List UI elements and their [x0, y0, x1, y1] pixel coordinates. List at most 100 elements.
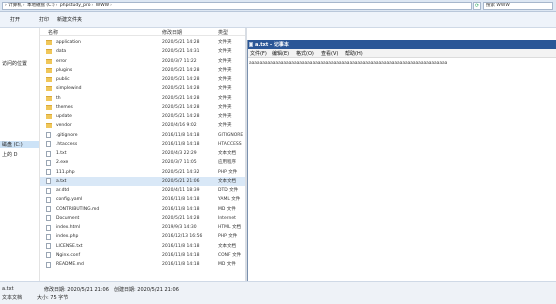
file-type: HTML 文档 [218, 225, 241, 230]
file-name: 2.exe [56, 160, 69, 166]
file-row[interactable]: Nginx.conf 2016/11/8 14:18 CONF 文件 [40, 251, 245, 260]
file-type: YAML 文件 [218, 197, 241, 203]
breadcrumb-www[interactable]: WWW [96, 3, 109, 8]
file-type: 文本文档 [218, 178, 236, 184]
nav-item-recent-places[interactable]: 访问的位置 [2, 60, 27, 67]
file-type: 文件夹 [218, 40, 232, 45]
file-row[interactable]: update 2020/5/21 14:28 文件夹 [40, 112, 245, 121]
notepad-content[interactable]: aaaaaaaaaaaaaaaaaaaaaaaaaaaaaaaaaaaaaaaa… [249, 61, 549, 66]
file-modified-date: 2016/11/8 14:18 [162, 141, 200, 147]
file-modified-date: 2020/5/21 14:28 [162, 114, 200, 119]
file-row[interactable]: public 2020/5/21 14:28 文件夹 [40, 75, 245, 84]
notepad-title: a.txt - 记事本 [255, 42, 289, 48]
file-row[interactable]: Document 2020/5/21 14:28 Internet [40, 214, 245, 223]
file-name: public [56, 77, 70, 82]
file-row[interactable]: vendor 2020/4/16 9:02 文件夹 [40, 121, 245, 130]
folder-icon [46, 40, 52, 45]
file-row[interactable]: plugins 2020/5/21 14:28 文件夹 [40, 66, 245, 75]
file-row[interactable]: themes 2020/5/21 14:28 文件夹 [40, 103, 245, 112]
file-name: .gitignore [56, 132, 78, 138]
notepad-titlebar[interactable]: a.txt - 记事本 [248, 40, 556, 49]
file-type: CONF 文件 [218, 252, 242, 258]
details-filename: a.txt [2, 286, 14, 292]
column-header-name[interactable]: 名称 [48, 29, 58, 36]
file-name: 111.php [56, 169, 75, 175]
file-icon [46, 159, 51, 166]
file-row[interactable]: README.md 2016/11/8 14:18 MD 文件 [40, 260, 245, 269]
column-header-date[interactable]: 修改日期 [162, 29, 182, 36]
folder-icon [46, 86, 52, 92]
file-row[interactable]: .gitignore 2016/11/8 14:18 GITIGNORE [40, 131, 245, 140]
file-type: 文件夹 [218, 67, 232, 73]
file-row[interactable]: a.txt 2020/5/21 21:06 文本文档 [40, 176, 245, 187]
new-folder-button[interactable]: 新建文件夹 [57, 16, 82, 24]
file-icon [46, 141, 51, 148]
file-row[interactable]: CONTRIBUTING.md 2016/11/8 14:18 MD 文件 [40, 205, 245, 214]
file-type: Internet [218, 215, 236, 221]
file-type: MD 文件 [218, 206, 236, 212]
file-row[interactable]: .htaccess 2016/11/8 14:18 HTACCESS [40, 140, 245, 149]
file-type: 文本文档 [218, 243, 236, 249]
breadcrumb-phpstudy[interactable]: phpstudy_pro [60, 3, 91, 8]
menu-format[interactable]: 格式(O) [296, 50, 314, 57]
notepad-text-area[interactable]: aaaaaaaaaaaaaaaaaaaaaaaaaaaaaaaaaaaaaaaa… [248, 58, 556, 281]
file-name: 1.txt [56, 151, 67, 156]
file-row[interactable]: index.php 2016/12/13 16:56 PHP 文件 [40, 232, 245, 241]
file-name: simplewind [56, 86, 82, 92]
folder-icon [46, 114, 52, 119]
nav-item-local-disk-c[interactable]: 磁盘 (C:) [0, 141, 39, 148]
file-modified-date: 2020/4/11 18:39 [162, 188, 200, 193]
file-name: CONTRIBUTING.md [56, 206, 100, 212]
file-row[interactable]: config.yaml 2016/11/8 14:18 YAML 文件 [40, 195, 245, 204]
breadcrumb-separator: › [22, 3, 25, 8]
file-row[interactable]: 1.txt 2020/4/3 22:29 文本文档 [40, 149, 245, 158]
nav-item-disk-d[interactable]: 上的 D [2, 151, 17, 158]
file-icon [46, 169, 51, 175]
file-row[interactable]: 2.exe 2020/3/7 11:05 应用程序 [40, 158, 245, 167]
address-bar: › 计算机› 本地磁盘 (C:)› phpstudy_pro› WWW› ⟳ 搜… [0, 0, 556, 12]
file-modified-date: 2020/5/21 14:28 [162, 77, 200, 82]
file-row[interactable]: LICENSE.txt 2016/11/8 14:18 文本文档 [40, 242, 245, 251]
file-type: 应用程序 [218, 160, 236, 166]
file-row[interactable]: ar.dtd 2020/4/11 18:39 DTD 文件 [40, 186, 245, 195]
file-row[interactable]: data 2020/5/21 14:31 文件夹 [40, 47, 245, 56]
file-modified-date: 2020/5/21 14:28 [162, 40, 200, 45]
address-path[interactable]: › 计算机› 本地磁盘 (C:)› phpstudy_pro› WWW› [2, 2, 472, 10]
search-input[interactable]: 搜索 WWW [483, 2, 553, 10]
file-name: update [56, 114, 72, 119]
file-row[interactable]: application 2020/5/21 14:28 文件夹 [40, 38, 245, 47]
file-modified-date: 2016/11/8 14:18 [162, 262, 200, 267]
file-type: 文件夹 [218, 58, 232, 64]
file-modified-date: 2016/11/8 14:18 [162, 206, 200, 212]
file-row[interactable]: index.html 2019/9/3 14:30 HTML 文档 [40, 223, 245, 232]
file-name: vendor [56, 123, 72, 129]
breadcrumb-drive[interactable]: 本地磁盘 (C:) [27, 3, 55, 8]
file-type: 文件夹 [218, 104, 232, 110]
breadcrumb-root-icon: › [5, 3, 7, 8]
file-modified-date: 2020/4/16 9:02 [162, 123, 197, 129]
file-icon [46, 215, 51, 222]
file-row[interactable]: th 2020/5/21 14:28 文件夹 [40, 94, 245, 103]
file-row[interactable]: simplewind 2020/5/21 14:28 文件夹 [40, 84, 245, 93]
file-modified-date: 2016/12/13 16:56 [162, 234, 203, 240]
breadcrumb-separator: › [110, 3, 112, 8]
file-name: .htaccess [56, 141, 78, 147]
file-icon [46, 233, 51, 240]
menu-view[interactable]: 查看(V) [321, 50, 338, 57]
file-modified-date: 2020/5/21 14:28 [162, 104, 200, 110]
breadcrumb-computer[interactable]: 计算机 [8, 3, 22, 8]
toolbar: 打开 打印 新建文件夹 [0, 12, 556, 28]
file-row[interactable]: error 2020/3/7 11:22 文件夹 [40, 57, 245, 66]
notepad-window: a.txt - 记事本 文件(F) 编辑(E) 格式(O) 查看(V) 帮助(H… [247, 40, 556, 281]
open-button[interactable]: 打开 [10, 16, 20, 24]
menu-file[interactable]: 文件(F) [250, 50, 267, 57]
column-header-type[interactable]: 类型 [218, 29, 228, 36]
file-icon [46, 206, 51, 212]
file-modified-date: 2020/5/21 14:28 [162, 95, 200, 101]
file-row[interactable]: 111.php 2020/5/21 14:32 PHP 文件 [40, 168, 245, 177]
print-button[interactable]: 打印 [39, 16, 49, 24]
menu-edit[interactable]: 编辑(E) [272, 50, 289, 57]
file-type: 文件夹 [218, 86, 232, 92]
refresh-icon[interactable]: ⟳ [473, 2, 481, 10]
menu-help[interactable]: 帮助(H) [345, 50, 363, 57]
